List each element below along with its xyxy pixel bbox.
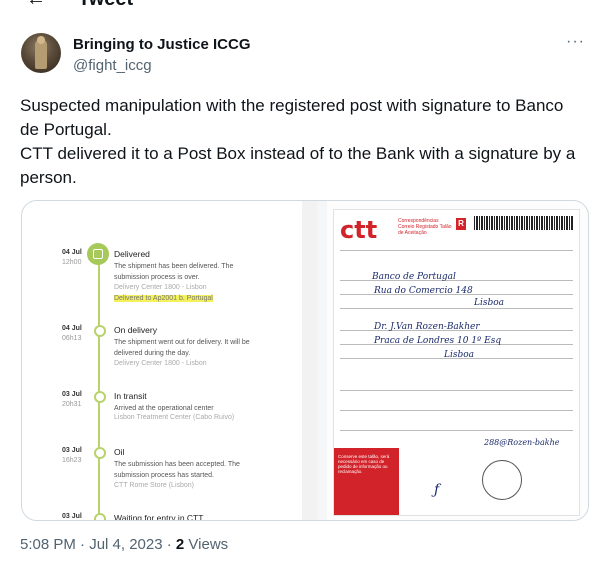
views-label: Views [184,536,229,553]
timeline-dot [94,325,106,337]
recipient-city: Lisboa [474,298,505,308]
ctt-receipt: ctt Correspondências Correio Registado T… [333,209,580,516]
ctt-receipt-photo: ctt Correspondências Correio Registado T… [327,201,588,520]
timeline-dot [94,391,106,403]
timeline-line [98,259,100,520]
delivered-icon [87,243,109,265]
top-bar: ← Tweet [0,0,600,10]
sender-city: Lisboa [444,350,475,360]
sender-address: Praca de Londres 10 1º Esq [374,336,502,346]
timeline-dot [94,513,106,520]
tweet-line-1: Suspected manipulation with the register… [20,96,564,139]
author-handle[interactable]: @fight_iccg [73,57,152,74]
sender-name: Dr. J.Van Rozen-Bakher [374,322,480,332]
tracking-screenshot: 04 Jul 12h00 Delivered The shipment has … [22,201,317,520]
avatar[interactable] [21,33,61,73]
more-options-icon[interactable]: ··· [566,33,585,51]
tweet-line-2: CTT delivered it to a Post Box instead o… [20,144,576,187]
postmark-stamp [482,460,522,500]
recipient-address: Rua do Comercio 148 [374,286,473,296]
signature: ƒ [434,482,440,498]
timeline-dot [94,447,106,459]
arrow-left-icon[interactable]: ← [26,0,46,10]
statue-head [37,36,45,44]
barcode [474,216,574,230]
views-count: 2 [175,536,185,553]
author-name[interactable]: Bringing to Justice ICCG [73,36,251,53]
tweet-media[interactable]: 04 Jul 12h00 Delivered The shipment has … [21,200,589,521]
registered-badge: R [456,218,466,230]
conserve-notice: Conserve este talão, será necessário em … [334,448,399,515]
receipt-subtitle: Correspondências Correio Registado Talão… [398,218,452,236]
recipient-name: Banco de Portugal [372,272,456,282]
tweet-footer: 5:08 PM · Jul 4, 2023 · 2 Views [20,536,228,553]
tweet-timestamp[interactable]: 5:08 PM · Jul 4, 2023 · [20,536,176,553]
page-title: Tweet [78,0,133,10]
sender-email: 288@Rozen-bakhe [484,438,560,447]
tweet-text: Suspected manipulation with the register… [20,94,585,190]
ctt-logo: ctt [340,216,378,244]
